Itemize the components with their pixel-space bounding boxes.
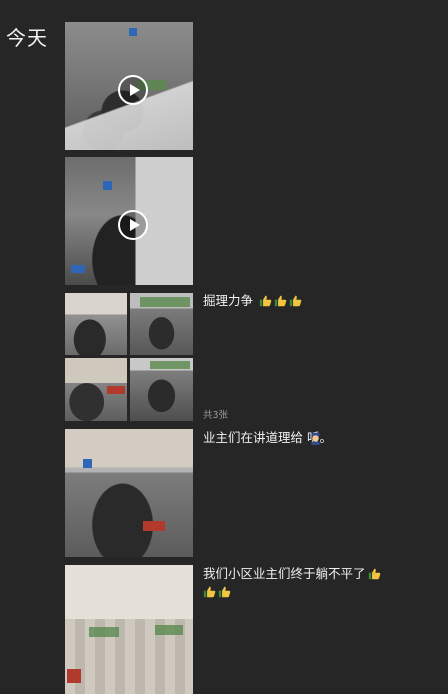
tent-shape [71, 265, 85, 273]
play-icon[interactable] [118, 210, 148, 240]
video-thumbnail-1[interactable] [65, 22, 193, 150]
flag-shape [103, 181, 112, 190]
thumbs-up-icon [259, 295, 272, 307]
post-caption-5: 我们小区业主们终于躺不平了 [203, 565, 403, 601]
thumbs-up-icon [368, 568, 380, 580]
post-image-4[interactable] [65, 429, 193, 557]
play-icon[interactable] [118, 75, 148, 105]
grid-image-3[interactable] [65, 358, 127, 421]
red-sign [143, 521, 165, 531]
grid-image-2[interactable] [130, 293, 193, 355]
image-count-label: 共3张 [203, 410, 229, 421]
video-thumbnail-2[interactable] [65, 157, 193, 285]
red-sign [67, 669, 81, 683]
red-sign [107, 386, 125, 394]
caption-text: 掘理力争 [203, 293, 254, 308]
post-caption-3: 掘理力争 [203, 292, 302, 310]
tree-patch [140, 297, 190, 307]
police-officer-icon [311, 432, 320, 445]
thumbs-up-icon [274, 295, 287, 307]
thumbs-up-icon [218, 586, 231, 598]
thumbs-up-icon [289, 295, 302, 307]
post-image-5[interactable] [65, 565, 193, 694]
tree-patch [89, 627, 119, 637]
date-label: 今天 [6, 26, 48, 50]
tree-patch [150, 361, 190, 369]
thumbs-up-icon [203, 586, 216, 598]
flag-shape [83, 459, 92, 468]
tree-patch [155, 625, 183, 635]
grid-image-4[interactable] [130, 358, 193, 421]
grid-image-1[interactable] [65, 293, 127, 355]
caption-text: 我们小区业主们终于躺不平了 [203, 566, 366, 581]
flag-shape [129, 28, 137, 36]
